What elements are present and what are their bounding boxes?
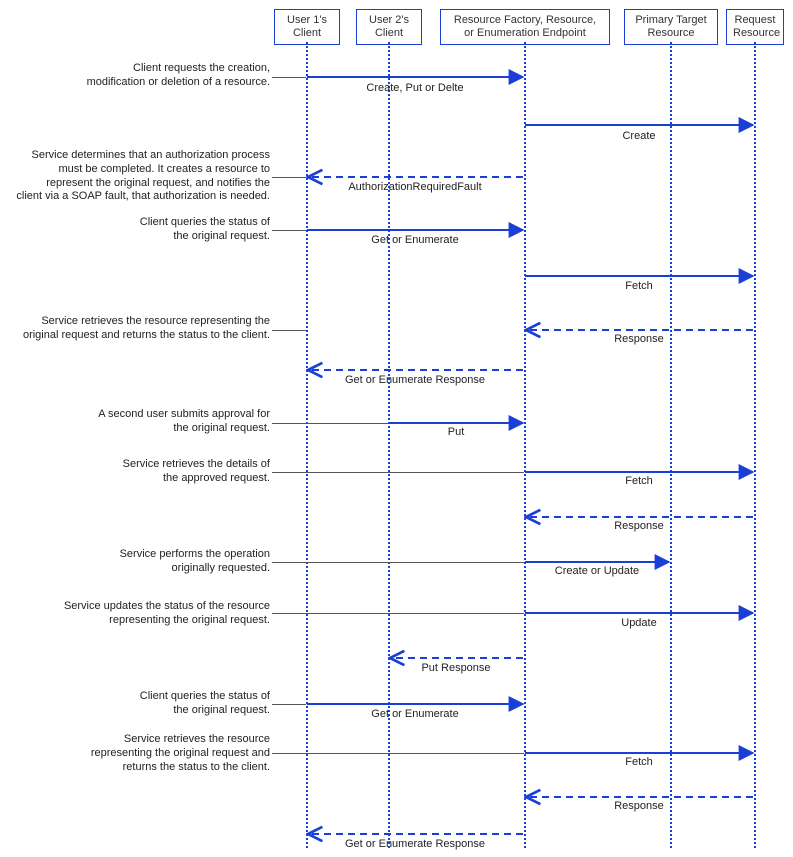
desc-d4: Service retrieves the resource represent… [20, 315, 270, 343]
desc-d6: Service retrieves the details ofthe appr… [105, 458, 270, 486]
msg-m2: Create [525, 130, 753, 142]
desc-d3: Client queries the status ofthe original… [120, 216, 270, 244]
msg-m16: Response [525, 800, 753, 812]
msg-m4: Get or Enumerate [307, 234, 523, 246]
msg-m14: Get or Enumerate [307, 708, 523, 720]
msg-m10: Response [525, 520, 753, 532]
desc-d9: Client queries the status ofthe original… [120, 690, 270, 718]
msg-m9: Fetch [525, 475, 753, 487]
desc-line [272, 77, 306, 78]
lifeline-user1 [306, 42, 308, 848]
participant-label: RequestResource [733, 14, 780, 39]
desc-d1: Client requests the creation,modificatio… [60, 62, 270, 90]
msg-m15: Fetch [525, 756, 753, 768]
desc-d7: Service performs the operationoriginally… [105, 548, 270, 576]
lifeline-request-resource [754, 42, 756, 848]
participant-request-resource: RequestResource [726, 9, 784, 45]
msg-m6: Response [525, 333, 753, 345]
desc-d5: A second user submits approval forthe or… [75, 408, 270, 436]
desc-line [272, 177, 306, 178]
participant-resource-factory: Resource Factory, Resource,or Enumeratio… [440, 9, 610, 45]
msg-m17: Get or Enumerate Response [307, 838, 523, 850]
desc-line [272, 753, 524, 754]
desc-line [272, 704, 306, 705]
desc-line [272, 562, 524, 563]
participant-user1-client: User 1'sClient [274, 9, 340, 45]
participant-label: Primary TargetResource [635, 14, 706, 39]
desc-line [272, 613, 524, 614]
msg-m12: Update [525, 617, 753, 629]
msg-m1: Create, Put or Delte [307, 82, 523, 94]
desc-d8: Service updates the status of the resour… [42, 600, 270, 628]
participant-label: User 2'sClient [369, 14, 409, 39]
msg-m8: Put [389, 426, 523, 438]
msg-m7: Get or Enumerate Response [307, 374, 523, 386]
msg-m5: Fetch [525, 280, 753, 292]
msg-m11: Create or Update [525, 565, 669, 577]
desc-d2: Service determines that an authorization… [12, 149, 270, 204]
msg-m13: Put Response [389, 662, 523, 674]
participant-label: User 1'sClient [287, 14, 327, 39]
desc-line [272, 330, 306, 331]
participant-primary-target: Primary TargetResource [624, 9, 718, 45]
desc-line [272, 230, 306, 231]
participant-label: Resource Factory, Resource,or Enumeratio… [454, 14, 596, 39]
lifeline-primary-target [670, 42, 672, 848]
lifeline-resource-factory [524, 42, 526, 848]
lifeline-user2 [388, 42, 390, 848]
participant-user2-client: User 2'sClient [356, 9, 422, 45]
desc-line [272, 423, 388, 424]
desc-d10: Service retrieves the resourcerepresenti… [75, 733, 270, 774]
msg-m3: AuthorizationRequiredFault [307, 181, 523, 193]
desc-line [272, 472, 524, 473]
